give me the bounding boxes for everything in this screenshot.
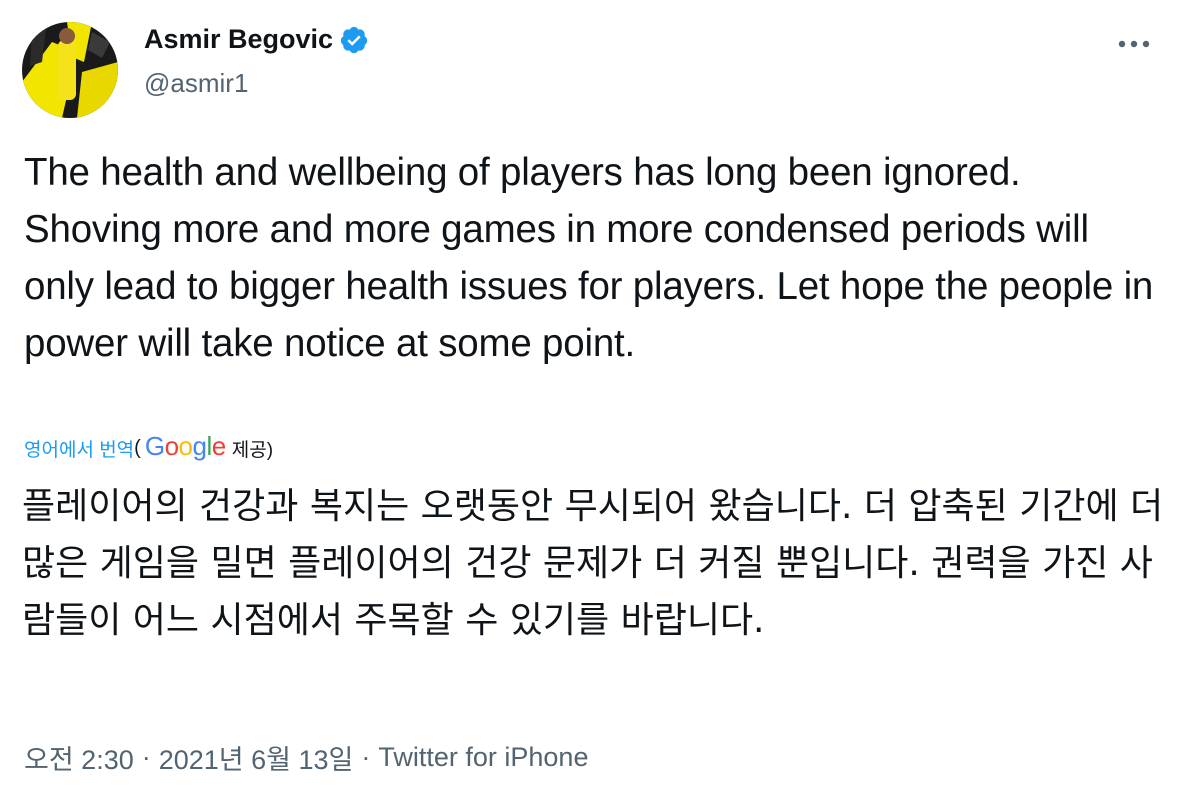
avatar-image xyxy=(22,22,118,118)
author-handle[interactable]: @asmir1 xyxy=(144,68,248,99)
google-logo: Google xyxy=(144,430,226,461)
tweet-text: The health and wellbeing of players has … xyxy=(24,151,1154,365)
tweet-time[interactable]: 오전 2:30 xyxy=(24,738,134,777)
meta-separator: · xyxy=(361,742,371,772)
tweet-meta: 오전 2:30 · 2021년 6월 13일 · Twitter for iPh… xyxy=(24,738,588,777)
author-name-link[interactable]: Asmir Begovic xyxy=(144,24,369,55)
translation-attribution: 영어에서 번역 ( Google 제공) xyxy=(24,430,274,464)
more-horizontal-icon xyxy=(1118,40,1150,48)
tweet-date[interactable]: 2021년 6월 13일 xyxy=(159,738,354,777)
provided-label: 제공) xyxy=(231,439,274,461)
meta-separator: · xyxy=(141,742,151,772)
open-paren: ( xyxy=(134,436,141,459)
verified-badge-icon xyxy=(339,25,369,55)
avatar[interactable] xyxy=(22,22,118,118)
translated-tweet-text: 플레이어의 건강과 복지는 오랫동안 무시되어 왔습니다. 더 압축된 기간에 … xyxy=(22,486,1164,641)
more-button[interactable] xyxy=(1114,24,1154,64)
tweet-source[interactable]: Twitter for iPhone xyxy=(378,742,588,773)
author-display-name: Asmir Begovic xyxy=(144,24,334,54)
translated-from-link[interactable]: 영어에서 번역 xyxy=(24,435,134,462)
